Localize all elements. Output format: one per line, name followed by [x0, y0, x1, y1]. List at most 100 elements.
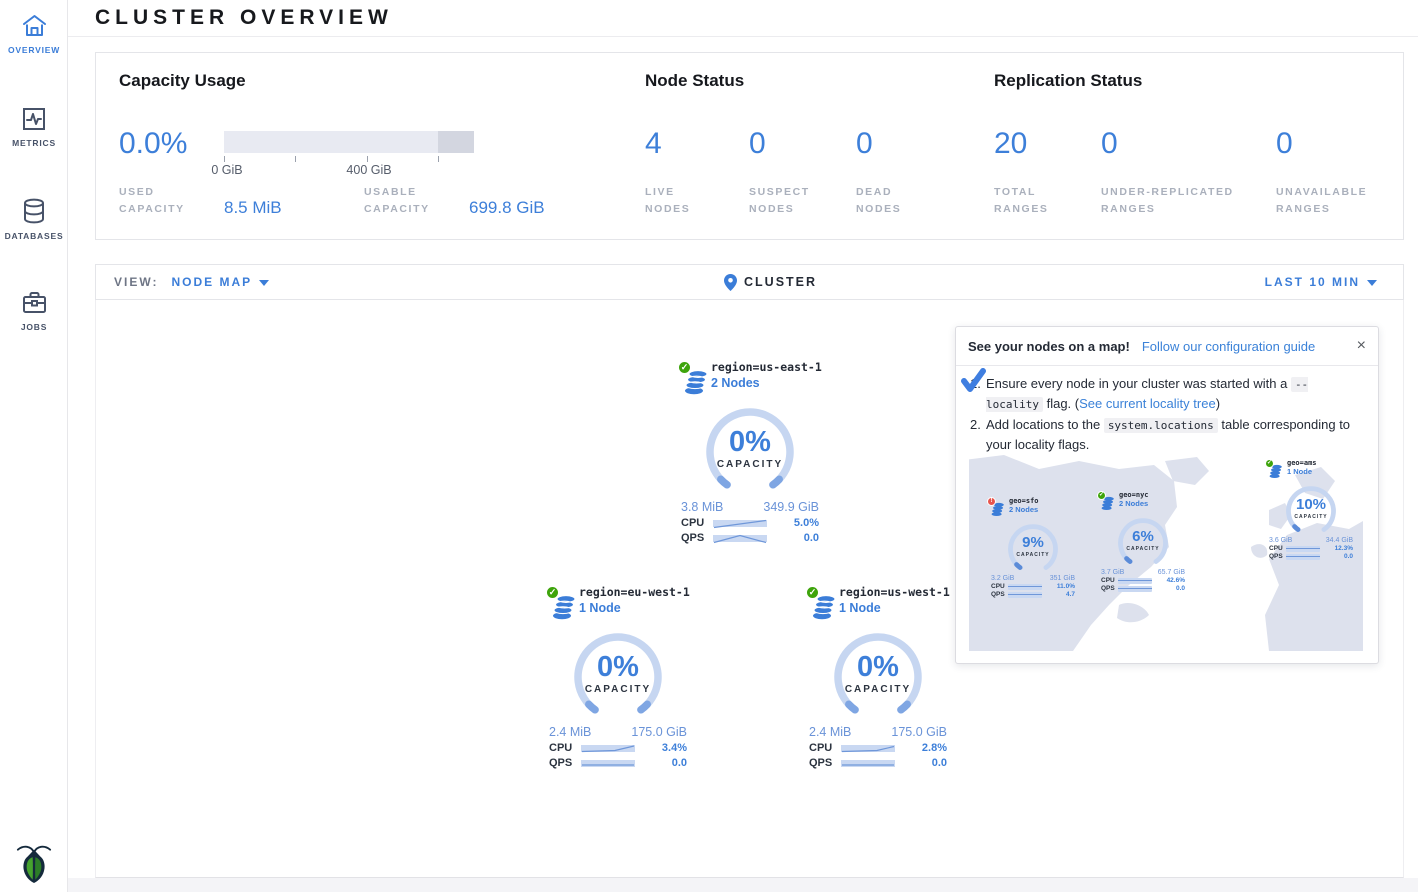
view-selector-dropdown[interactable]: NODE MAP — [171, 275, 269, 289]
capacity-label: CAPACITY — [695, 459, 805, 470]
qps-sparkline — [581, 758, 635, 769]
node-count: 1 Node — [579, 601, 693, 615]
capacity-range: 2.4 MiB 175.0 GiB — [549, 725, 687, 739]
cpu-sparkline — [841, 743, 895, 754]
healthy-check-icon: ✓ — [677, 360, 692, 375]
capacity-range: 2.4 MiB 175.0 GiB — [809, 725, 947, 739]
cluster-overview-page: OVERVIEW METRICS DATABASES JOBS — [0, 0, 1418, 892]
node-card-us-west-1[interactable]: ✓ region=us-west-1 1 Node 0% CAPACITY 2.… — [803, 585, 953, 769]
node-card-eu-west-1[interactable]: ✓ region=eu-west-1 1 Node 0% CAPACITY 2.… — [543, 585, 693, 769]
page-title: CLUSTER OVERVIEW — [95, 6, 393, 30]
healthy-check-icon: ✓ — [545, 585, 560, 600]
used-capacity-value: 8.5 MiB — [224, 198, 282, 218]
qps-row: QPS 0.0 — [809, 757, 947, 769]
mini-node-card-ams: ✓ geo=ams 1 Node 10% CAPACITY 3.6 GiB34.… — [1265, 459, 1357, 560]
healthy-check-icon: ✓ — [1265, 459, 1274, 468]
total-ranges-value: 20 — [994, 129, 1027, 159]
configuration-guide-link[interactable]: Follow our configuration guide — [1142, 339, 1315, 354]
node-count: 1 Node — [839, 601, 953, 615]
sidebar-item-databases[interactable]: DATABASES — [0, 184, 68, 251]
used-value: 2.4 MiB — [549, 725, 591, 739]
sidebar-item-label: DATABASES — [5, 231, 64, 241]
page-bottom-strip — [68, 878, 1418, 892]
cpu-row: CPU 5.0% — [681, 517, 819, 529]
map-pin-icon — [724, 274, 737, 291]
node-status-title: Node Status — [645, 71, 744, 91]
qps-sparkline — [841, 758, 895, 769]
example-node-map-image: ! geo=sfo 2 Nodes 9% CAPACITY 3.2 GiB351… — [969, 455, 1363, 651]
cockroachdb-logo[interactable] — [0, 842, 68, 884]
total-value: 349.9 GiB — [763, 500, 819, 514]
qps-sparkline — [713, 533, 767, 544]
live-nodes-label: LIVE NODES — [645, 184, 690, 219]
used-capacity-label: USED CAPACITY — [119, 184, 185, 219]
axis-tick-label: 0 GiB — [211, 163, 242, 177]
sidebar-item-label: JOBS — [21, 322, 47, 332]
capacity-bar — [224, 131, 474, 153]
capacity-gauge: 0% CAPACITY — [563, 627, 673, 723]
suspect-nodes-value: 0 — [749, 129, 766, 159]
cpu-sparkline — [713, 518, 767, 529]
sidebar-item-metrics[interactable]: METRICS — [0, 93, 68, 158]
usable-capacity-label: USABLE CAPACITY — [364, 184, 430, 219]
capacity-usage-title: Capacity Usage — [119, 71, 246, 91]
axis-tick — [367, 156, 368, 162]
jobs-icon — [21, 290, 48, 316]
qps-row: QPS 0.0 — [549, 757, 687, 769]
config-step-2: 2. Add locations to the system.locations… — [970, 415, 1364, 454]
mini-node-card-nyc: ✓ geo=nyc 2 Nodes 6% CAPACITY 3.7 GiB65.… — [1097, 491, 1189, 592]
view-bar: VIEW: NODE MAP CLUSTER LAST 10 MIN — [95, 264, 1404, 300]
used-value: 3.8 MiB — [681, 500, 723, 514]
breadcrumb: CLUSTER — [724, 274, 817, 291]
cluster-summary-panel: Capacity Usage 0.0% 0 GiB 400 GiB USED C… — [95, 52, 1404, 240]
sidebar-item-label: METRICS — [12, 138, 56, 148]
under-replicated-ranges-label: UNDER-REPLICATED RANGES — [1101, 184, 1234, 219]
region-label: region=eu-west-1 — [579, 585, 693, 599]
node-count: 2 Nodes — [711, 376, 825, 390]
node-card-us-east-1[interactable]: ✓ region=us-east-1 2 Nodes 0% CAPACITY 3… — [675, 360, 825, 544]
unavailable-ranges-label: UNAVAILABLE RANGES — [1276, 184, 1367, 219]
suspect-nodes-label: SUSPECT NODES — [749, 184, 810, 219]
capacity-percent: 0.0% — [119, 129, 187, 159]
databases-icon — [21, 197, 47, 225]
capacity-percent: 0% — [823, 651, 933, 684]
region-label: region=us-west-1 — [839, 585, 953, 599]
sidebar-item-label: OVERVIEW — [8, 45, 60, 55]
used-value: 2.4 MiB — [809, 725, 851, 739]
total-value: 175.0 GiB — [891, 725, 947, 739]
time-range-dropdown[interactable]: LAST 10 MIN — [1265, 275, 1377, 289]
capacity-label: CAPACITY — [563, 684, 673, 695]
capacity-label: CAPACITY — [823, 684, 933, 695]
region-label: region=us-east-1 — [711, 360, 825, 374]
popup-title: See your nodes on a map! — [968, 339, 1130, 354]
axis-tick-label: 400 GiB — [346, 163, 391, 177]
metrics-icon — [21, 106, 47, 132]
breadcrumb-cluster: CLUSTER — [744, 275, 817, 289]
home-icon — [21, 13, 48, 39]
warning-icon: ! — [987, 497, 996, 506]
cpu-row: CPU 2.8% — [809, 742, 947, 754]
config-step-1: 1. Ensure every node in your cluster was… — [970, 374, 1364, 413]
capacity-gauge: 0% CAPACITY — [823, 627, 933, 723]
replication-status-title: Replication Status — [994, 71, 1142, 91]
close-icon[interactable]: × — [1357, 338, 1366, 354]
usable-capacity-value: 699.8 GiB — [469, 198, 545, 218]
axis-tick — [295, 156, 296, 162]
sidebar-item-jobs[interactable]: JOBS — [0, 277, 68, 342]
view-label: VIEW: — [114, 275, 158, 289]
dead-nodes-value: 0 — [856, 129, 873, 159]
capacity-bar-reserved-segment — [438, 131, 474, 153]
mini-node-card-sfo: ! geo=sfo 2 Nodes 9% CAPACITY 3.2 GiB351… — [987, 497, 1079, 598]
unavailable-ranges-value: 0 — [1276, 129, 1293, 159]
node-map-config-popup: See your nodes on a map! Follow our conf… — [955, 326, 1379, 664]
system-locations-code: system.locations — [1104, 418, 1218, 433]
total-value: 175.0 GiB — [631, 725, 687, 739]
step-done-check-icon — [960, 368, 986, 400]
sidebar-item-overview[interactable]: OVERVIEW — [0, 0, 68, 65]
locality-tree-link[interactable]: See current locality tree — [1079, 396, 1216, 411]
capacity-percent: 0% — [695, 426, 805, 459]
axis-tick — [438, 156, 439, 162]
capacity-percent: 0% — [563, 651, 673, 684]
total-ranges-label: TOTAL RANGES — [994, 184, 1049, 219]
cpu-sparkline — [581, 743, 635, 754]
